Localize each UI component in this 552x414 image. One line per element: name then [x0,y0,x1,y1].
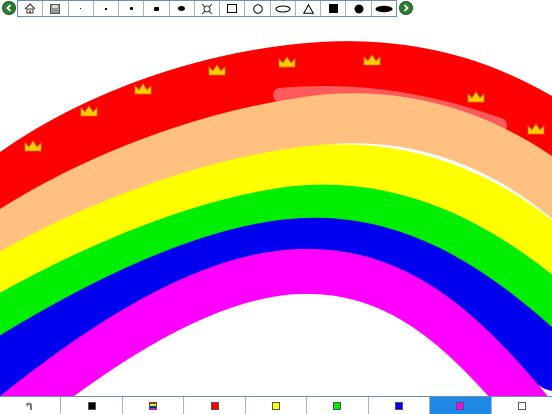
circle-outline-icon [252,3,263,14]
color-white[interactable] [492,397,552,414]
ellipse-filled-button[interactable] [372,1,396,16]
home-button[interactable] [18,1,44,16]
circle-outline-button[interactable] [245,1,271,16]
color-yellow[interactable] [246,397,308,414]
brush-size-5-button[interactable] [170,1,195,16]
swatch-red [210,401,219,410]
brush-size-4-button[interactable] [144,1,170,16]
home-icon [24,3,36,14]
drawing-canvas[interactable] [0,18,552,396]
rectangle-filled-icon [328,4,338,13]
save-button[interactable] [43,1,69,16]
color-red[interactable] [184,397,246,414]
color-green[interactable] [307,397,369,414]
color-blue[interactable] [369,397,431,414]
rectangle-outline-button[interactable] [220,1,246,16]
color-multicolor[interactable] [123,397,185,414]
brush-size-5-icon [178,6,186,11]
ellipse-outline-icon [275,5,291,12]
brush-size-1-icon [80,8,82,9]
stamp-icon [201,3,213,14]
rectangle-outline-icon [227,4,238,13]
brush-size-1-button[interactable] [69,1,94,16]
circle-filled-button[interactable] [346,1,372,16]
triangle-outline-icon [302,3,314,14]
tool-bar [17,0,397,17]
save-icon [50,3,61,14]
ellipse-filled-icon [375,5,393,12]
triangle-outline-button[interactable] [296,1,322,16]
undo-icon [26,402,33,410]
brush-size-4-icon [153,6,159,11]
top-toolbar [0,0,552,18]
brush-size-2-icon [104,7,107,10]
color-black[interactable] [61,397,123,414]
rainbow-drawing [0,41,552,396]
undo-button[interactable] [0,397,62,414]
brush-size-3-icon [129,7,133,10]
stamp-button[interactable] [195,1,221,16]
swatch-yellow [271,401,280,410]
swatch-white [517,401,526,410]
swatch-black [87,401,96,410]
circle-filled-icon [354,4,364,13]
swatch-multicolor [149,401,158,410]
color-magenta[interactable] [430,397,492,414]
arrow-left-icon[interactable] [2,1,16,15]
brush-size-2-button[interactable] [94,1,120,16]
rectangle-filled-button[interactable] [321,1,347,16]
color-palette [0,396,552,414]
swatch-green [333,401,342,410]
swatch-magenta [456,401,465,410]
ellipse-outline-button[interactable] [271,1,296,16]
arrow-right-icon[interactable] [399,1,413,15]
brush-size-3-button[interactable] [119,1,145,16]
swatch-blue [394,401,403,410]
